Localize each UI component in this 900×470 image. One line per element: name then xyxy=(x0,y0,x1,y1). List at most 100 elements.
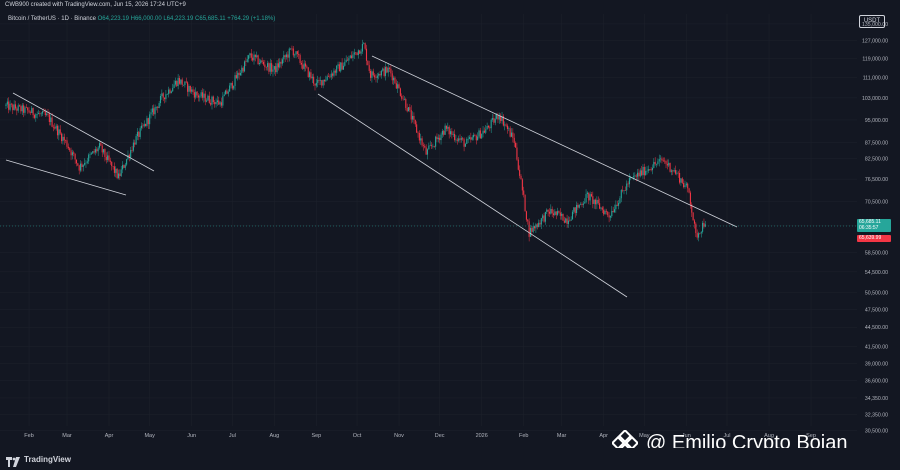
candle-body xyxy=(600,207,602,209)
candle-body xyxy=(93,151,95,153)
candle-body xyxy=(37,113,40,115)
tradingview-logo[interactable]: TradingView xyxy=(6,454,71,467)
candle-body xyxy=(226,90,228,94)
candle-body xyxy=(20,106,22,112)
candle-body xyxy=(280,61,282,64)
candle-body xyxy=(623,190,625,191)
candle-body xyxy=(46,113,48,115)
candle-body xyxy=(403,99,405,100)
candle-countdown: 06:35:57 xyxy=(859,225,879,231)
candle-body xyxy=(298,53,300,56)
candle-body xyxy=(253,54,255,61)
candle-body xyxy=(566,218,568,224)
candle-body xyxy=(364,43,366,49)
candle-body xyxy=(543,215,545,222)
candle-body xyxy=(317,79,319,83)
ohlc-values: O64,223.19 H66,000.00 L64,223.19 C65,685… xyxy=(97,16,276,22)
candle-body xyxy=(19,105,21,107)
candle-body xyxy=(639,170,641,177)
candle-body xyxy=(349,55,351,59)
candle-body xyxy=(390,68,392,74)
candle-body xyxy=(402,98,404,100)
candle-body xyxy=(657,161,659,164)
candle-body xyxy=(59,129,61,134)
candle-body xyxy=(370,70,372,78)
candle-body xyxy=(559,212,561,216)
candle-body xyxy=(654,161,656,165)
currency-button[interactable]: USDT xyxy=(859,15,885,28)
candle-body xyxy=(295,51,297,55)
candle-body xyxy=(550,208,552,214)
candle-body xyxy=(650,169,652,171)
price-tick-label: 76,500.00 xyxy=(865,177,888,183)
candle-body xyxy=(660,158,662,160)
candle-body xyxy=(135,136,137,145)
candle-body xyxy=(378,73,380,76)
candle-body xyxy=(169,89,171,93)
price-tick-label: 103,000.00 xyxy=(862,96,888,102)
candle-body xyxy=(418,133,420,141)
candle-body xyxy=(635,175,637,177)
candle-body xyxy=(383,68,385,76)
candle-body xyxy=(548,211,551,214)
candle-body xyxy=(459,138,461,140)
candle-body xyxy=(615,204,617,210)
candle-body xyxy=(272,69,274,72)
candle-body xyxy=(287,54,289,58)
candle-body xyxy=(356,52,358,55)
candle-body xyxy=(681,178,683,183)
time-tick-label: Dec xyxy=(435,433,445,439)
candle-body xyxy=(593,199,595,204)
candle-body xyxy=(473,134,475,138)
candle-body xyxy=(130,150,132,158)
candle-body xyxy=(673,170,675,172)
candle-body xyxy=(243,61,246,72)
candle-body xyxy=(524,194,526,212)
candle-body xyxy=(138,131,140,137)
candle-body xyxy=(56,125,59,136)
candle-body xyxy=(603,209,605,215)
candle-body xyxy=(433,145,435,147)
candle-body xyxy=(290,48,292,50)
candle-body xyxy=(567,220,569,224)
candle-body xyxy=(90,153,92,155)
candle-body xyxy=(604,210,606,215)
candle-body xyxy=(555,211,557,215)
price-chart[interactable]: 135,000.00127,000.00119,000.00111,000.00… xyxy=(0,0,900,448)
candle-body xyxy=(540,218,542,225)
candle-body xyxy=(638,172,640,177)
candle-body xyxy=(112,166,114,167)
candle-body xyxy=(642,166,644,176)
candle-body xyxy=(5,104,7,106)
candle-body xyxy=(693,220,696,224)
candle-body xyxy=(33,115,36,118)
candle-body xyxy=(82,164,84,167)
time-tick-label: May xyxy=(144,433,155,439)
candle-body xyxy=(342,65,345,70)
candle-body xyxy=(563,220,565,223)
candle-body xyxy=(248,55,250,60)
candle-body xyxy=(231,82,233,89)
candle-body xyxy=(162,93,164,98)
candle-body xyxy=(200,92,202,97)
candle-body xyxy=(51,117,53,127)
candle-body xyxy=(264,64,266,68)
candle-body xyxy=(535,224,537,229)
candle-body xyxy=(10,103,12,105)
candle-body xyxy=(172,87,174,92)
candle-body xyxy=(576,204,578,214)
candle-body xyxy=(122,165,124,170)
candle-body xyxy=(306,66,308,68)
candle-body xyxy=(395,83,397,89)
candle-body xyxy=(268,63,270,72)
price-tick-label: 39,000.00 xyxy=(865,361,888,367)
candle-body xyxy=(597,199,599,204)
candle-body xyxy=(191,89,193,92)
candle-body xyxy=(387,67,389,73)
candle-body xyxy=(489,127,491,129)
candle-body xyxy=(134,142,136,145)
candle-body xyxy=(422,145,424,146)
candle-body xyxy=(277,63,279,68)
candle-body xyxy=(233,85,235,89)
candle-body xyxy=(313,76,315,84)
